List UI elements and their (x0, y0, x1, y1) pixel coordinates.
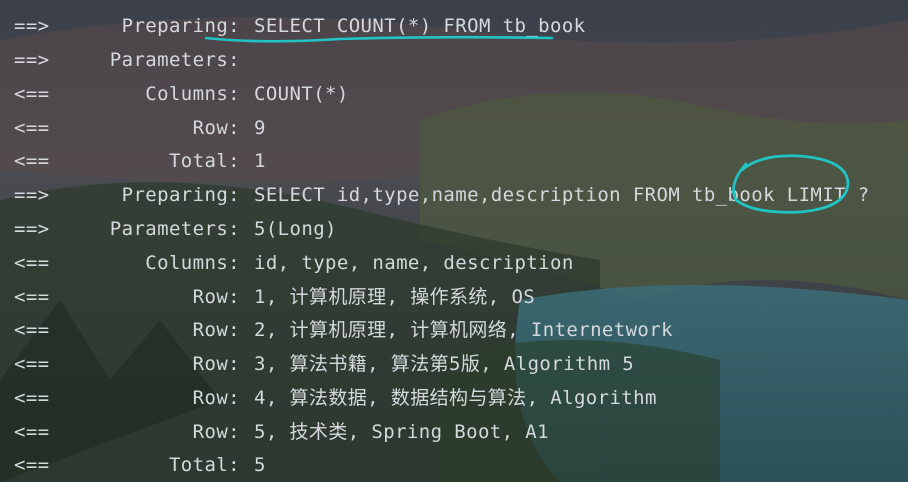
log-label: Row: (192, 286, 240, 308)
log-line: <== Row: 2, 计算机原理, 计算机网络, Internetwork (14, 318, 673, 342)
log-value: 5(Long) (254, 218, 337, 240)
log-value: 2, 计算机原理, 计算机网络, Internetwork (254, 319, 673, 341)
log-label: Columns: (145, 83, 240, 105)
log-value: SELECT id,type,name,description FROM tb_… (254, 184, 870, 206)
log-arrow: <== (14, 117, 50, 139)
log-label: Parameters: (109, 218, 240, 240)
log-arrow: <== (14, 387, 50, 409)
log-value: 5 (254, 454, 266, 476)
log-value: 9 (254, 117, 266, 139)
log-line: ==> Parameters: (14, 48, 254, 72)
log-label: Preparing: (121, 15, 240, 37)
log-line: <== Row: 3, 算法书籍, 算法第5版, Algorithm 5 (14, 352, 634, 376)
log-label: Row: (192, 319, 240, 341)
log-line: <== Columns: COUNT(*) (14, 82, 349, 106)
log-arrow: <== (14, 319, 50, 341)
log-line: ==> Preparing: SELECT id,type,name,descrip… (14, 183, 870, 207)
log-arrow: <== (14, 252, 50, 274)
log-arrow: <== (14, 150, 50, 172)
log-label: Total: (168, 454, 240, 476)
log-arrow: <== (14, 83, 50, 105)
log-arrow: <== (14, 454, 50, 476)
log-label: Row: (192, 353, 240, 375)
log-arrow: ==> (14, 15, 50, 37)
log-line: <== Row: 5, 技术类, Spring Boot, A1 (14, 420, 549, 444)
log-value: id, type, name, description (254, 252, 574, 274)
log-value: 1, 计算机原理, 操作系统, OS (254, 286, 536, 308)
log-label: Row: (192, 421, 240, 443)
log-value: COUNT(*) (254, 83, 349, 105)
log-value: 1 (254, 150, 266, 172)
log-label: Columns: (145, 252, 240, 274)
log-label: Row: (192, 117, 240, 139)
console-output: ==> Preparing: SELECT COUNT(*) FROM tb_boo… (0, 0, 908, 482)
log-line: ==> Preparing: SELECT COUNT(*) FROM tb_boo… (14, 14, 586, 38)
log-arrow: <== (14, 353, 50, 375)
log-arrow: <== (14, 286, 50, 308)
log-value: 3, 算法书籍, 算法第5版, Algorithm 5 (254, 353, 635, 375)
log-label: Total: (168, 150, 240, 172)
log-value: SELECT COUNT(*) FROM tb_book (254, 15, 586, 37)
log-arrow: <== (14, 421, 50, 443)
log-line: <== Columns: id, type, name, description (14, 251, 574, 275)
log-line: <== Row: 4, 算法数据, 数据结构与算法, Algorithm (14, 386, 657, 410)
log-label: Parameters: (109, 49, 240, 71)
log-arrow: ==> (14, 49, 50, 71)
log-value: 5, 技术类, Spring Boot, A1 (254, 421, 549, 443)
log-label: Row: (192, 387, 240, 409)
log-arrow: ==> (14, 184, 50, 206)
log-value: 4, 算法数据, 数据结构与算法, Algorithm (254, 387, 657, 409)
log-line: <== Row: 9 (14, 116, 266, 140)
log-line: <== Total: 5 (14, 453, 266, 477)
log-label: Preparing: (121, 184, 240, 206)
log-line: ==> Parameters: 5(Long) (14, 217, 337, 241)
log-line: <== Total: 1 (14, 149, 266, 173)
log-line: <== Row: 1, 计算机原理, 操作系统, OS (14, 285, 535, 309)
log-arrow: ==> (14, 218, 50, 240)
